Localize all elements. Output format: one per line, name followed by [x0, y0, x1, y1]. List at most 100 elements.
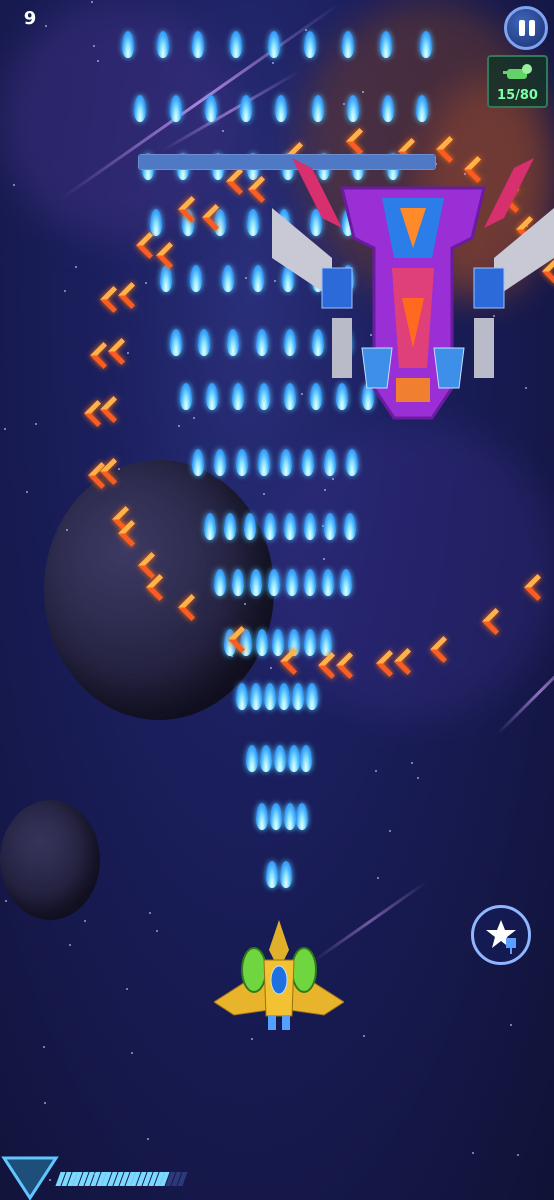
kill-counter-panel: 15/80 — [487, 55, 548, 108]
player-bullet — [300, 446, 316, 476]
player-bullet — [342, 510, 358, 540]
special-attack-icon — [486, 920, 516, 954]
star — [43, 1045, 46, 1048]
player-bullet — [378, 28, 394, 58]
star — [361, 91, 364, 94]
star — [3, 428, 6, 431]
star — [193, 416, 196, 419]
player-bullet — [322, 446, 338, 476]
player-bullet — [294, 800, 310, 830]
enemy-shot — [108, 338, 135, 365]
star — [4, 899, 7, 902]
star — [331, 478, 334, 481]
star — [44, 24, 47, 27]
star — [148, 912, 151, 915]
star — [146, 1138, 149, 1141]
player-bullet — [266, 28, 282, 58]
star — [84, 919, 87, 922]
kill-counter: 15/80 — [497, 88, 538, 103]
asteroid — [0, 800, 100, 920]
star — [245, 276, 248, 279]
player-bullet — [320, 566, 336, 596]
player-bullet — [284, 566, 300, 596]
player-bullet — [254, 326, 270, 356]
star — [145, 281, 148, 284]
enemy-shot — [118, 282, 145, 309]
player-bullet — [234, 446, 250, 476]
pause-button[interactable] — [504, 6, 548, 50]
star — [131, 1052, 134, 1055]
game-scene[interactable]: 15/80 9 — [0, 0, 554, 1200]
player-bullet — [190, 446, 206, 476]
player-bullet — [204, 380, 220, 410]
player-bullet — [203, 92, 219, 122]
star — [516, 1154, 519, 1157]
star — [221, 129, 224, 132]
star — [126, 988, 129, 991]
player-bullet — [212, 566, 228, 596]
star — [374, 769, 377, 772]
player-bullet — [298, 742, 314, 772]
player-bullet — [254, 626, 270, 656]
player-bullet — [270, 626, 286, 656]
player-bullet — [190, 28, 206, 58]
player-bullet — [196, 326, 212, 356]
player-bullet — [338, 566, 354, 596]
player-bullet — [310, 92, 326, 122]
star — [250, 1038, 253, 1041]
player-bullet — [304, 680, 320, 710]
player-bullet — [202, 510, 218, 540]
player-bullet — [380, 92, 396, 122]
star — [26, 490, 29, 493]
special-attack-button[interactable] — [471, 905, 531, 965]
player-bullet — [245, 206, 261, 236]
star — [411, 761, 414, 764]
level-badge — [1, 1156, 59, 1200]
player-ship-body — [214, 920, 344, 1030]
star — [63, 290, 66, 293]
star — [269, 667, 272, 670]
player-bullet — [168, 326, 184, 356]
power-bar — [55, 1172, 188, 1186]
player-bullet — [225, 326, 241, 356]
player-bullet — [178, 380, 194, 410]
star — [156, 929, 159, 932]
player-bullet — [302, 566, 318, 596]
player-bullet — [228, 28, 244, 58]
star — [96, 59, 99, 62]
boss-ship — [272, 158, 554, 420]
player-bullet — [220, 262, 236, 292]
star — [68, 943, 71, 946]
player-bullet — [222, 510, 238, 540]
star — [363, 1034, 366, 1037]
player-bullet — [322, 510, 338, 540]
star — [509, 1023, 512, 1026]
player-bullet — [132, 92, 148, 122]
player-bullet — [302, 510, 318, 540]
star — [243, 602, 246, 605]
player-bullet — [212, 446, 228, 476]
player-bullet — [120, 28, 136, 58]
player-bullet — [418, 28, 434, 58]
star — [43, 1102, 46, 1105]
star — [472, 1152, 475, 1155]
player-bullet — [278, 446, 294, 476]
player-bullet — [250, 262, 266, 292]
player-bullet — [266, 566, 282, 596]
star — [35, 423, 38, 426]
star — [417, 776, 420, 779]
player-bullet — [155, 28, 171, 58]
star — [13, 183, 16, 186]
boss-right-wing — [473, 158, 554, 309]
player-ship[interactable] — [214, 920, 344, 1036]
player-bullet — [414, 92, 430, 122]
player-bullet — [242, 510, 258, 540]
player-bullet — [230, 380, 246, 410]
star — [178, 425, 180, 428]
star — [262, 493, 265, 496]
star — [74, 266, 77, 269]
player-bullet — [148, 206, 164, 236]
boss-left-wing — [272, 158, 353, 309]
player-bullet — [278, 858, 294, 888]
player-bullet — [262, 510, 278, 540]
